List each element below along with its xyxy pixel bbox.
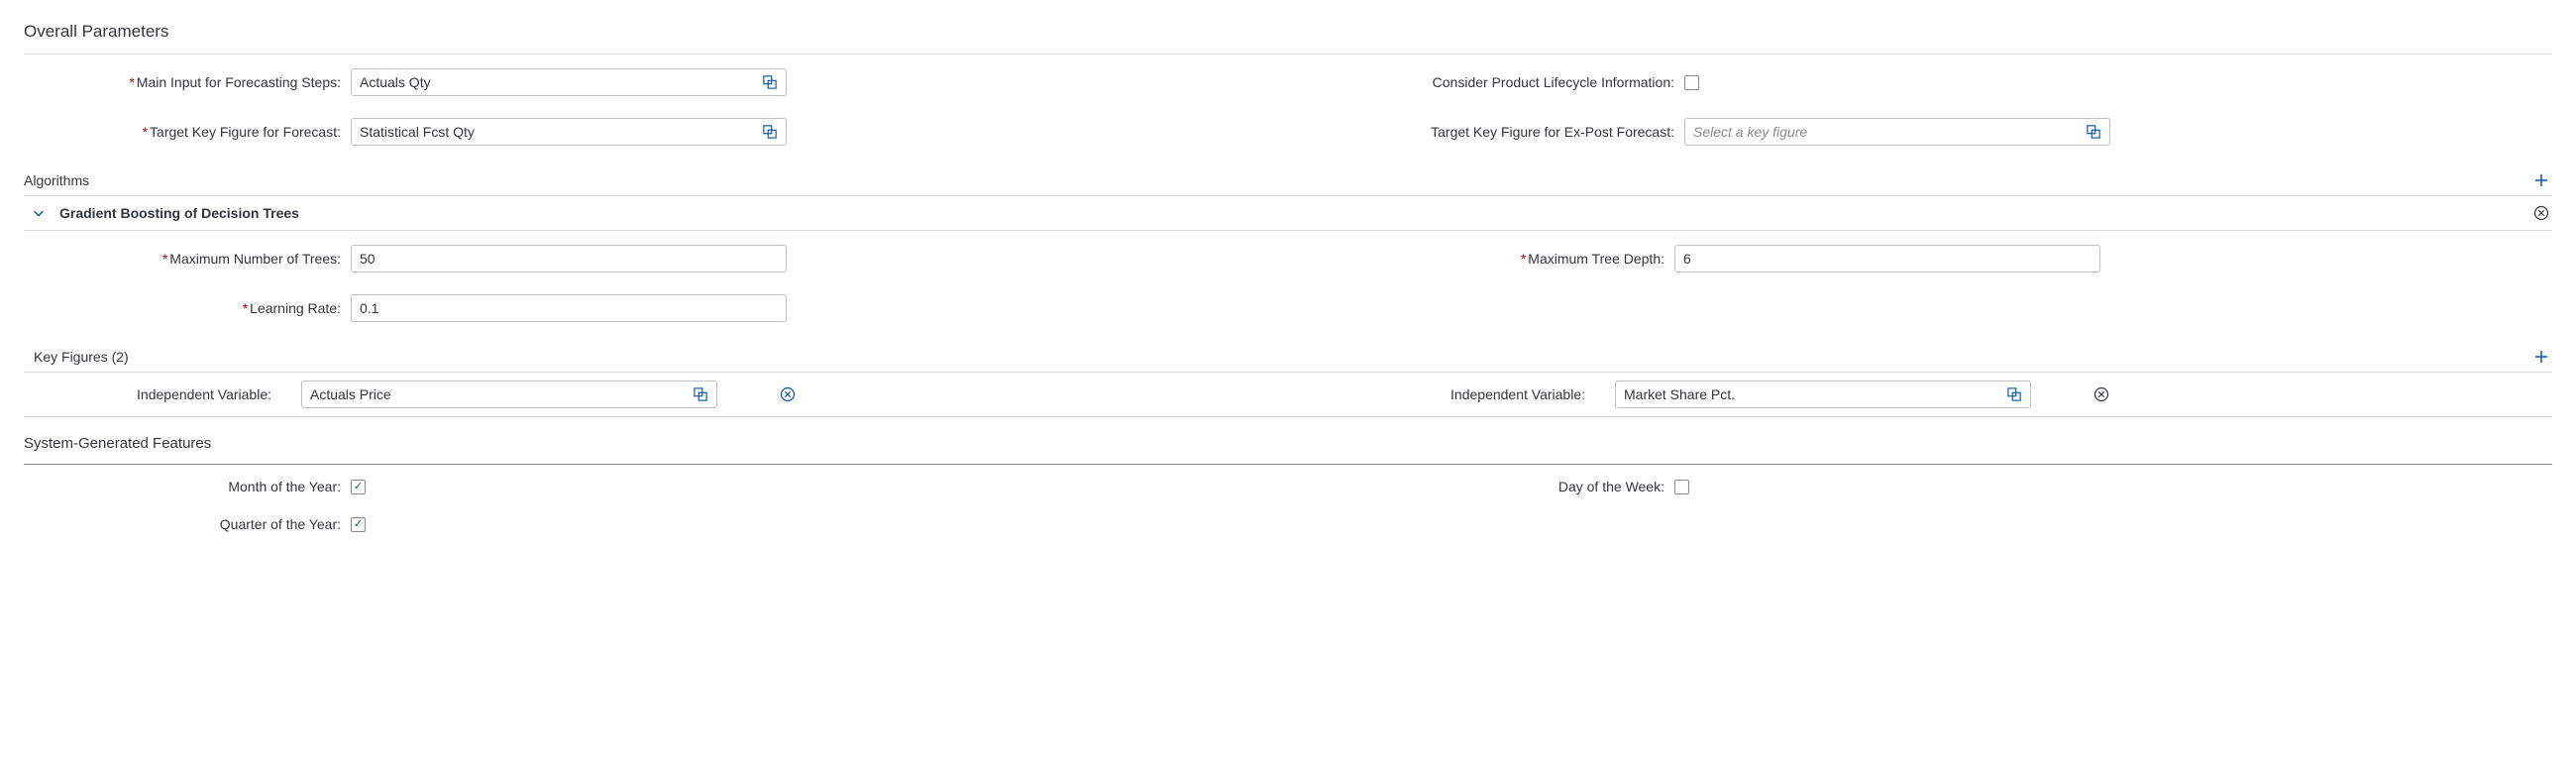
add-algorithm-button[interactable] [2530, 169, 2552, 191]
day-of-week-label: Day of the Week: [1318, 479, 1674, 494]
independent-variable-cell-2: Independent Variable: [1318, 381, 2552, 408]
algorithm-row: Gradient Boosting of Decision Trees [24, 196, 2552, 231]
max-depth-field: *Maximum Tree Depth: [1318, 245, 2552, 273]
max-trees-field: *Maximum Number of Trees: [24, 245, 1258, 273]
max-trees-label: *Maximum Number of Trees: [24, 251, 351, 267]
lifecycle-field: Consider Product Lifecycle Information: [1318, 68, 2552, 96]
chevron-down-icon[interactable] [28, 202, 50, 224]
target-kf-value[interactable] [351, 118, 787, 146]
value-help-icon[interactable] [2083, 121, 2104, 143]
independent-variable-2-input[interactable] [1615, 381, 2031, 408]
quarter-of-year-checkbox[interactable] [351, 517, 366, 532]
independent-variable-cell-1: Independent Variable: [24, 381, 1258, 408]
main-input-label: *Main Input for Forecasting Steps: [24, 74, 351, 90]
sys-features-heading: System-Generated Features [24, 435, 2552, 452]
value-help-icon[interactable] [2003, 383, 2025, 405]
key-figures-heading: Key Figures (2) [24, 349, 129, 365]
lifecycle-checkbox[interactable] [1684, 75, 1699, 90]
day-of-week-field: Day of the Week: [1318, 479, 2552, 494]
expost-kf-label: Target Key Figure for Ex-Post Forecast: [1318, 124, 1684, 140]
learning-rate-input[interactable] [351, 294, 787, 322]
main-input-value[interactable] [351, 68, 787, 96]
value-help-icon[interactable] [759, 71, 781, 93]
divider [24, 54, 2552, 55]
lifecycle-label: Consider Product Lifecycle Information: [1318, 74, 1684, 90]
independent-variable-label: Independent Variable: [24, 386, 281, 402]
month-of-year-checkbox[interactable] [351, 480, 366, 494]
algorithm-name: Gradient Boosting of Decision Trees [59, 205, 299, 221]
algorithms-header: Algorithms [24, 164, 2552, 196]
target-kf-label: *Target Key Figure for Forecast: [24, 124, 351, 140]
remove-algorithm-button[interactable] [2530, 202, 2552, 224]
main-input-field: *Main Input for Forecasting Steps: [24, 68, 1258, 96]
remove-key-figure-1-button[interactable] [777, 383, 799, 405]
independent-variable-label: Independent Variable: [1318, 386, 1595, 402]
value-help-icon[interactable] [759, 121, 781, 143]
month-of-year-label: Month of the Year: [24, 479, 351, 494]
target-kf-field: *Target Key Figure for Forecast: [24, 118, 1258, 146]
max-depth-label: *Maximum Tree Depth: [1318, 251, 1674, 267]
add-key-figure-button[interactable] [2530, 346, 2552, 368]
overall-parameters-heading: Overall Parameters [24, 22, 2552, 42]
key-figures-header: Key Figures (2) [24, 340, 2552, 373]
expost-kf-field: Target Key Figure for Ex-Post Forecast: [1318, 118, 2552, 146]
learning-rate-field: *Learning Rate: [24, 294, 1258, 322]
expost-kf-value[interactable] [1684, 118, 2110, 146]
learning-rate-label: *Learning Rate: [24, 300, 351, 316]
day-of-week-checkbox[interactable] [1674, 480, 1689, 494]
value-help-icon[interactable] [690, 383, 711, 405]
algorithms-heading: Algorithms [24, 172, 89, 188]
quarter-of-year-label: Quarter of the Year: [24, 516, 351, 532]
independent-variable-1-input[interactable] [301, 381, 717, 408]
max-trees-input[interactable] [351, 245, 787, 273]
remove-key-figure-2-button[interactable] [2091, 383, 2112, 405]
month-of-year-field: Month of the Year: [24, 479, 1258, 494]
divider [24, 464, 2552, 465]
max-depth-input[interactable] [1674, 245, 2100, 273]
quarter-of-year-field: Quarter of the Year: [24, 516, 1258, 532]
key-figures-row: Independent Variable: Independent Variab… [24, 373, 2552, 417]
